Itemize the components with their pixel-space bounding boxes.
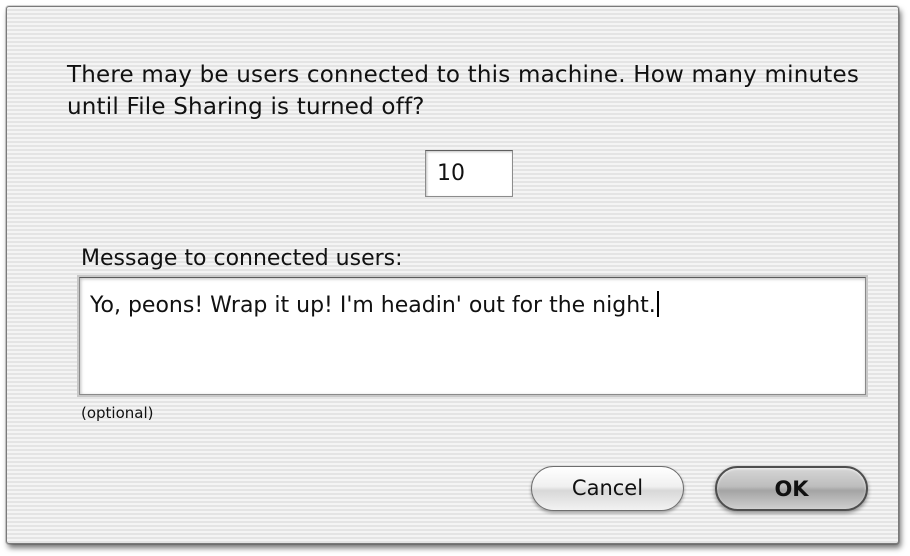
text-caret <box>656 291 659 317</box>
message-label: Message to connected users: <box>81 246 403 271</box>
message-textarea[interactable]: Yo, peons! Wrap it up! I'm headin' out f… <box>79 277 866 395</box>
cancel-button[interactable]: Cancel <box>531 466 684 511</box>
dialog-prompt: There may be users connected to this mac… <box>67 62 860 120</box>
message-text: Yo, peons! Wrap it up! I'm headin' out f… <box>90 293 656 318</box>
ok-button[interactable]: OK <box>715 466 868 511</box>
optional-note: (optional) <box>81 404 154 422</box>
minutes-input[interactable]: 10 <box>425 150 513 197</box>
file-sharing-shutdown-dialog: There may be users connected to this mac… <box>6 6 899 544</box>
